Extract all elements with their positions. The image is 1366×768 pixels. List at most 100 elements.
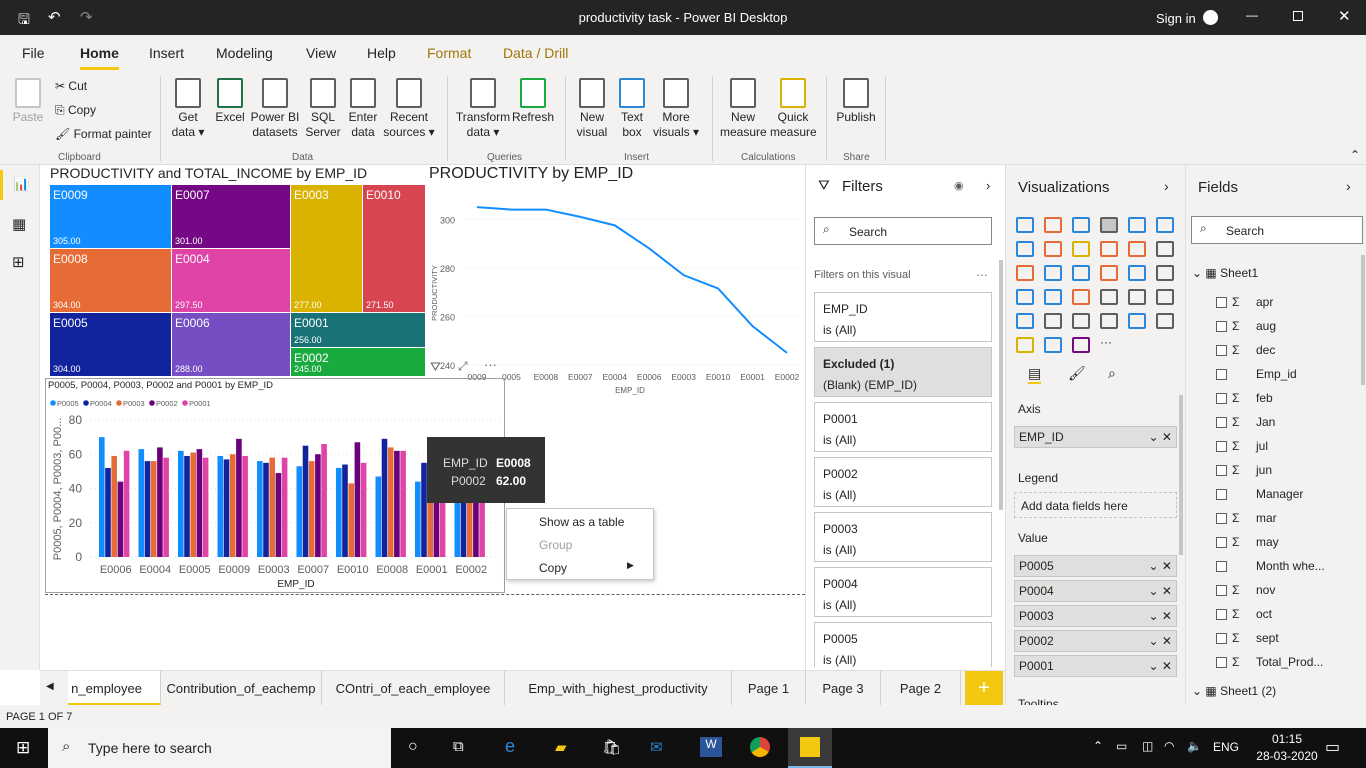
copy-button[interactable]: ⎘ Copy — [55, 103, 96, 118]
bar[interactable] — [202, 457, 209, 557]
filter-icon[interactable]: ⛛ — [430, 359, 441, 375]
bar[interactable] — [296, 466, 303, 557]
windows-start-icon[interactable]: ⊞ — [16, 738, 30, 758]
format-roller-icon[interactable]: 🖌 — [1068, 365, 1086, 382]
filter-card[interactable]: P0002 is (All) — [814, 457, 992, 507]
format-painter-button[interactable]: 🖌 Format painter — [55, 127, 152, 141]
visual-type-icon[interactable] — [1100, 313, 1118, 329]
visual-type-icon[interactable] — [1128, 241, 1146, 257]
page-tab[interactable]: n_employee — [68, 671, 161, 706]
field-item[interactable]: Σfeb — [1216, 391, 1356, 411]
quick-measure-button[interactable]: Quick measure — [770, 78, 817, 140]
menu-item-copy[interactable]: Copy — [539, 561, 567, 575]
visual-type-icon[interactable] — [1072, 289, 1090, 305]
tab-view[interactable]: View — [306, 45, 336, 61]
bar[interactable] — [360, 462, 367, 557]
task-view-icon[interactable]: ⧉ — [453, 738, 464, 755]
field-item[interactable]: Σjul — [1216, 439, 1356, 459]
field-item[interactable]: Σdec — [1216, 343, 1356, 363]
notifications-icon[interactable]: ▭ — [1325, 737, 1340, 757]
bar[interactable] — [229, 454, 236, 557]
visual-type-icon[interactable] — [1016, 337, 1034, 353]
analytics-icon[interactable]: ⌕ — [1108, 365, 1116, 382]
fields-search-input[interactable]: ⌕ Search — [1191, 216, 1363, 244]
field-item[interactable]: Month whe... — [1216, 559, 1356, 579]
visual-type-icon[interactable] — [1072, 217, 1090, 233]
clock-date[interactable]: 28-03-2020 — [1250, 749, 1324, 763]
visual-type-icon[interactable] — [1044, 337, 1062, 353]
visual-type-icon[interactable] — [1016, 313, 1034, 329]
treemap-tile[interactable]: E0002 245.00 — [291, 348, 425, 376]
treemap-tile[interactable]: E0003 277.00 — [291, 185, 362, 312]
bar[interactable] — [315, 454, 321, 557]
tab-home[interactable]: Home — [80, 45, 119, 70]
scrollbar[interactable] — [1361, 255, 1365, 385]
visual-type-icon[interactable] — [1156, 217, 1174, 233]
visual-type-icon[interactable] — [1100, 217, 1118, 233]
bar[interactable] — [394, 450, 400, 557]
store-icon[interactable]: 🛍 — [602, 738, 621, 756]
visual-type-icon[interactable] — [1128, 217, 1146, 233]
visual-type-icon[interactable] — [1016, 265, 1034, 281]
more-options-icon[interactable]: … — [976, 265, 988, 279]
field-item[interactable]: Σ Total_Prod... — [1216, 655, 1356, 675]
collapse-fields-icon[interactable]: › — [1346, 178, 1351, 194]
value-well-item[interactable]: P0003 ⌄ ✕ — [1014, 605, 1177, 627]
bar[interactable] — [336, 467, 342, 557]
bar[interactable] — [184, 455, 190, 557]
bar[interactable] — [342, 464, 348, 557]
table-sheet1[interactable]: ⌄ ▦ Sheet1 — [1192, 266, 1258, 280]
field-item[interactable]: Manager — [1216, 487, 1356, 507]
treemap-tile[interactable]: E0007 301.00 — [172, 185, 290, 248]
bar[interactable] — [123, 450, 130, 557]
treemap-tile[interactable]: E0001 256.00 — [291, 313, 425, 347]
word-icon[interactable]: W — [700, 737, 722, 757]
field-item[interactable]: Σoct — [1216, 607, 1356, 627]
enter-data-button[interactable]: Enter data — [345, 78, 381, 140]
visual-type-icon[interactable] — [1044, 265, 1062, 281]
sign-in-link[interactable]: Sign in — [1156, 11, 1196, 26]
visual-type-icon[interactable] — [1072, 337, 1090, 353]
filter-card[interactable]: P0004 is (All) — [814, 567, 992, 617]
paste-button[interactable]: Paste — [10, 78, 46, 125]
visual-type-icon[interactable] — [1128, 289, 1146, 305]
bar[interactable] — [190, 452, 196, 557]
visual-type-icon[interactable] — [1016, 289, 1034, 305]
focus-mode-icon[interactable]: ⤢ — [458, 359, 468, 374]
file-explorer-icon[interactable]: ▰ — [555, 738, 567, 756]
bar[interactable] — [257, 461, 263, 557]
filter-card[interactable]: Excluded (1) (Blank) (EMP_ID) — [814, 347, 992, 397]
excel-button[interactable]: Excel — [212, 78, 248, 125]
value-well-item[interactable]: P0002 ⌄ ✕ — [1014, 630, 1177, 652]
get-data-button[interactable]: Get data ▾ — [168, 78, 208, 140]
model-view-icon[interactable]: ⊞ — [12, 253, 25, 271]
avatar[interactable] — [1203, 10, 1218, 25]
more-visuals-button[interactable]: More visuals ▾ — [652, 78, 700, 140]
field-item[interactable]: Σmay — [1216, 535, 1356, 555]
visual-type-icon[interactable] — [1044, 313, 1062, 329]
scrollbar[interactable] — [1179, 395, 1183, 555]
field-item[interactable]: Σaug — [1216, 319, 1356, 339]
bar[interactable] — [217, 455, 224, 557]
bar[interactable] — [196, 449, 203, 557]
page-tab[interactable]: Page 3 — [806, 671, 881, 706]
scroll-left-icon[interactable]: ◀ — [46, 681, 54, 692]
bar[interactable] — [421, 462, 427, 557]
scrollbar[interactable] — [999, 260, 1003, 510]
treemap-visual[interactable]: E0009 305.00 E0007 301.00 E0003 277.00 E0010 27… — [50, 185, 426, 377]
cortana-icon[interactable]: ○ — [408, 738, 418, 756]
bar[interactable] — [348, 483, 354, 557]
restore-icon[interactable] — [1293, 11, 1303, 21]
report-view-button[interactable]: 📊 — [0, 170, 40, 200]
collapse-viz-icon[interactable]: › — [1164, 178, 1169, 194]
collapse-ribbon-icon[interactable]: ⌃ — [1350, 148, 1360, 162]
edge-icon[interactable]: e — [505, 736, 515, 757]
legend-label[interactable]: P0001 — [189, 399, 211, 408]
filter-card[interactable]: P0005 is (All) — [814, 622, 992, 667]
page-tab[interactable]: COntri_of_each_employee — [322, 671, 505, 706]
more-options-icon[interactable]: ··· — [484, 357, 497, 372]
visual-type-icon[interactable] — [1016, 241, 1034, 257]
field-item[interactable]: Σapr — [1216, 295, 1356, 315]
bar[interactable] — [415, 481, 421, 557]
collapse-filters-icon[interactable]: › — [986, 178, 990, 193]
